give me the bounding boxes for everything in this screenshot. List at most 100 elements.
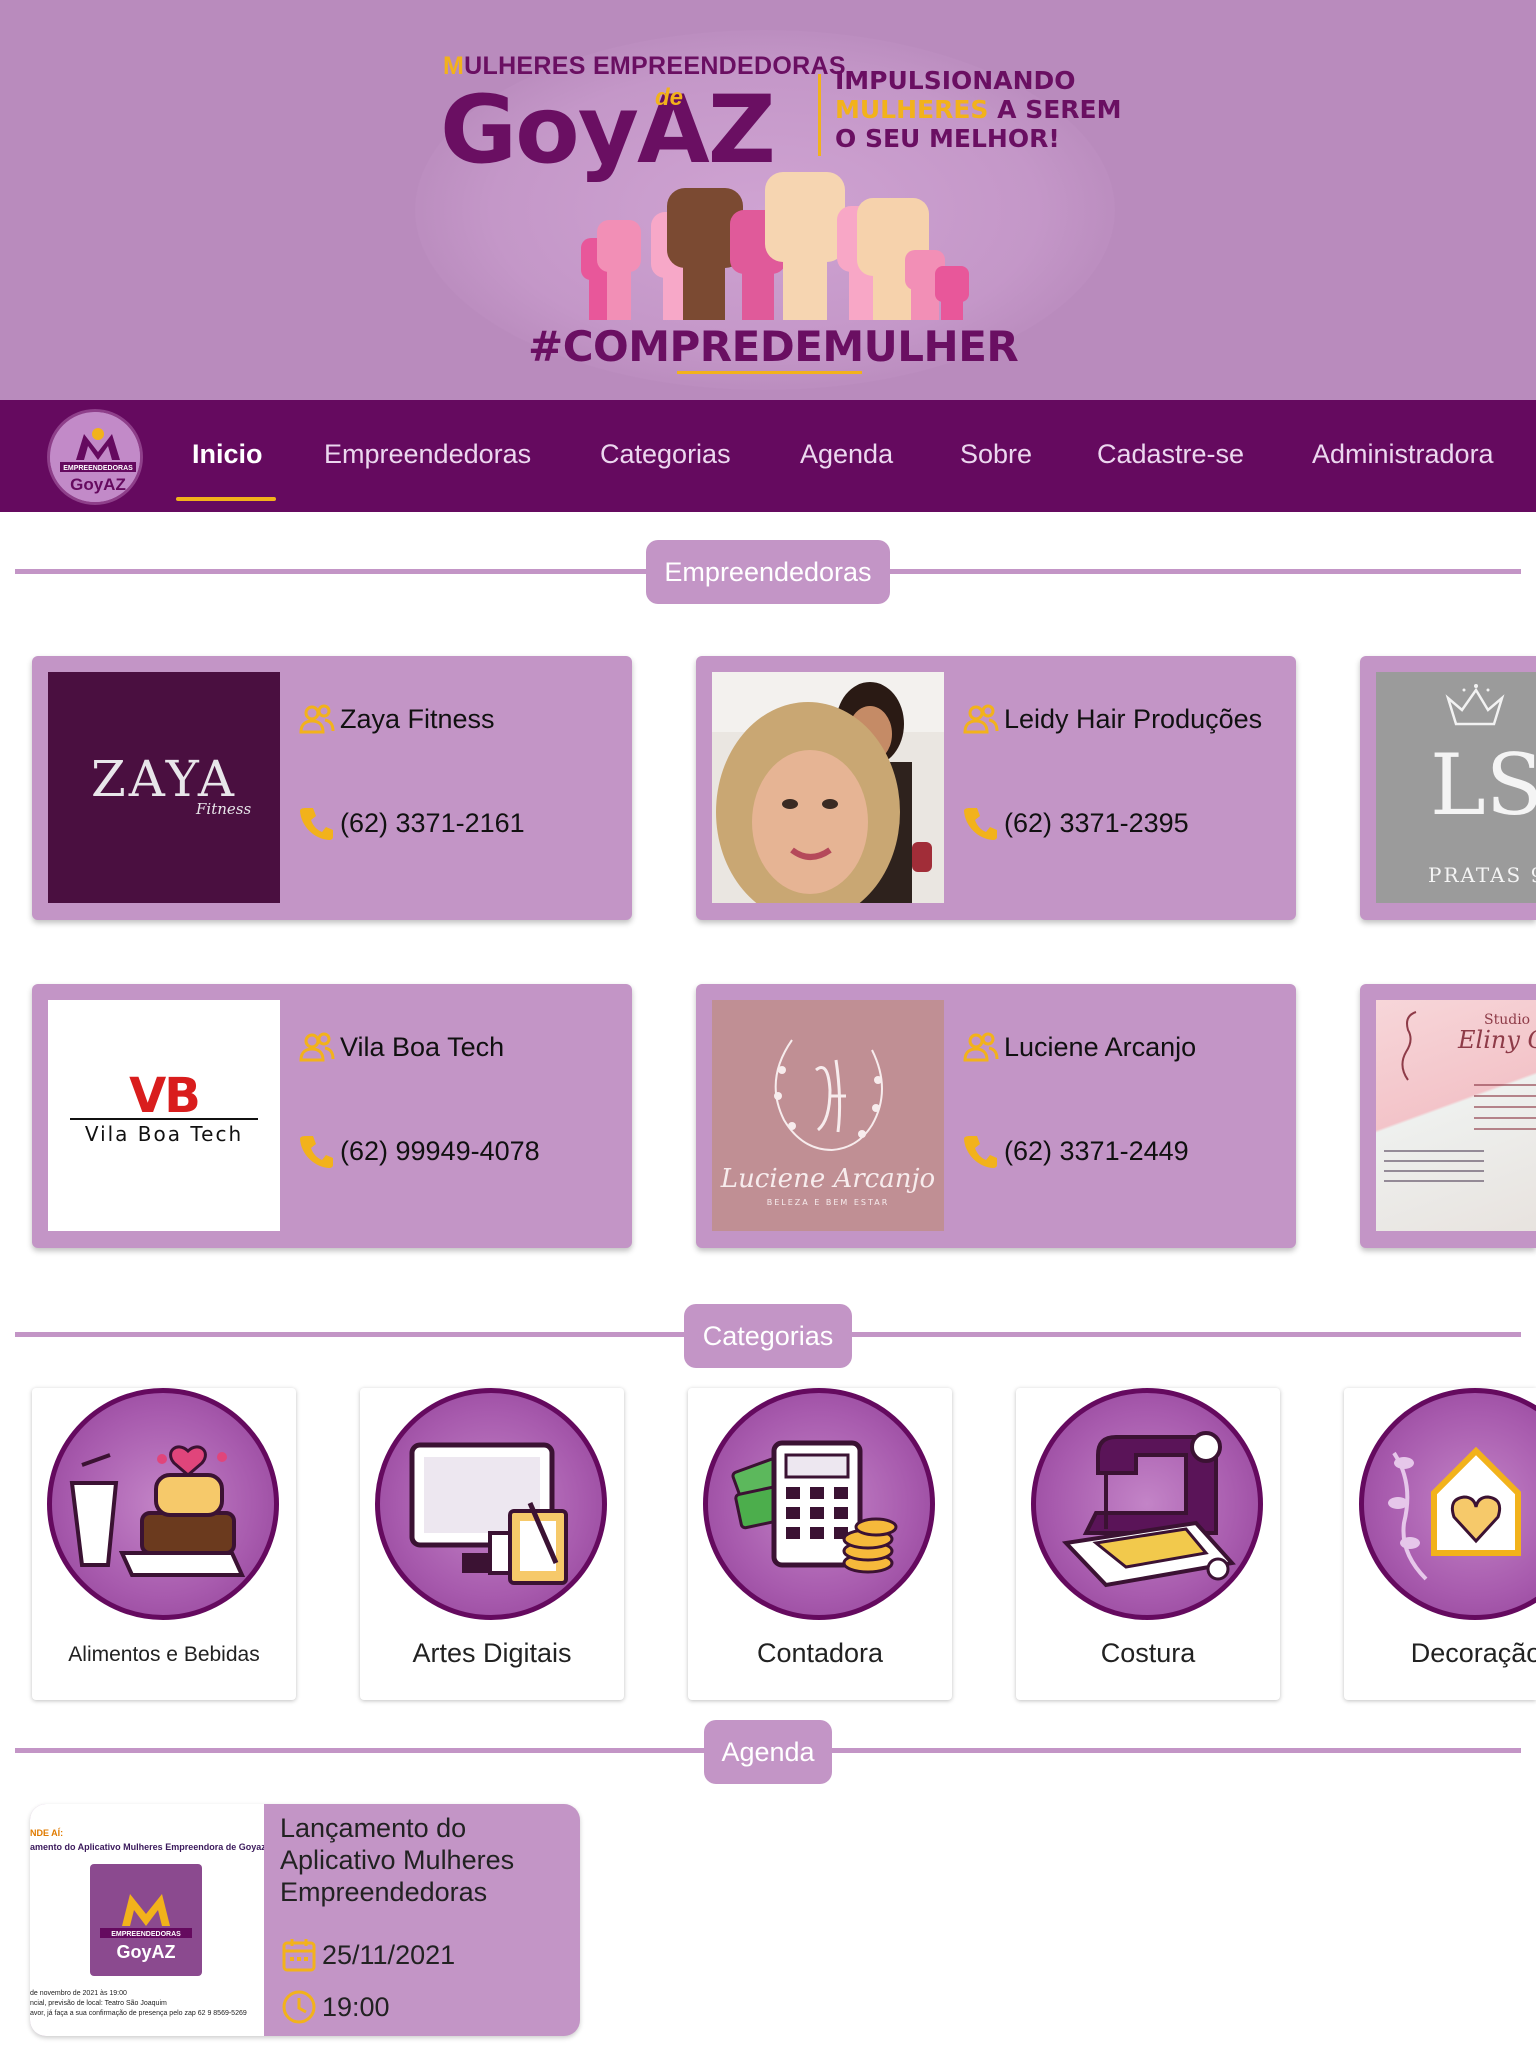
category-icon-circle	[375, 1388, 607, 1620]
calendar-icon	[282, 1939, 316, 1972]
nav-item-inicio[interactable]: Inicio	[192, 400, 263, 512]
event-card[interactable]: NDE AÍ: amento do Aplicativo Mulheres Em…	[30, 1804, 580, 2036]
poster-logo-mark-icon: EMPREENDEDORAS GoyAZ	[100, 1894, 192, 1962]
phone-icon	[300, 1136, 333, 1168]
phone-icon	[964, 808, 997, 840]
eliny-address-lines	[1384, 1150, 1484, 1190]
phone-icon	[300, 808, 333, 840]
category-card-decoracao[interactable]: Decoração	[1344, 1388, 1536, 1700]
category-icon-circle	[47, 1388, 279, 1620]
business-logo-studio-eliny: Studio Eliny Gra	[1376, 1000, 1536, 1231]
house-heart-icon	[1388, 1446, 1521, 1581]
hero-hashtag-underline	[677, 371, 862, 374]
section-title-categorias: Categorias	[684, 1304, 852, 1368]
business-phone-row: (62) 3371-2395	[962, 804, 1189, 842]
nav-logo[interactable]: EMPREENDEDORAS GoyAZ	[47, 409, 143, 505]
poster-logo: EMPREENDEDORAS GoyAZ	[90, 1864, 202, 1976]
business-phone[interactable]: (62) 3371-2395	[1004, 808, 1189, 839]
slogan-line-1: IMPULSIONANDO	[835, 66, 1076, 95]
monitor-tablet-icon	[409, 1442, 568, 1585]
top-nav: EMPREENDEDORAS GoyAZ Inicio Empreendedor…	[0, 400, 1536, 512]
poster-date-line: de novembro de 2021 às 19:00	[30, 1990, 127, 1997]
business-name-row: Leidy Hair Produções	[962, 700, 1262, 738]
business-name-row: Vila Boa Tech	[298, 1028, 504, 1066]
ls-logo-text: LS	[1430, 736, 1536, 834]
business-logo-ls: LS PRATAS 92	[1376, 672, 1536, 903]
business-name: Luciene Arcanjo	[1004, 1031, 1197, 1062]
category-label: Artes Digitais	[412, 1638, 572, 1668]
business-name-row: Luciene Arcanjo	[962, 1028, 1196, 1066]
business-phone-row: (62) 99949-4078	[298, 1132, 540, 1170]
event-date-row: 25/11/2021	[280, 1936, 455, 1974]
business-card-vila-boa-tech[interactable]: VB Vila Boa Tech Vila Boa Tech (62) 9994…	[32, 984, 632, 1248]
vb-logo-text: VB	[129, 1068, 201, 1124]
business-phone[interactable]: (62) 3371-2161	[340, 808, 525, 839]
event-title: Lançamento do Aplicativo Mulheres Empree…	[280, 1813, 515, 1907]
nav-item-empreendedoras[interactable]: Empreendedoras	[324, 400, 531, 512]
business-card-zaya-fitness[interactable]: ZAYA Fitness Zaya Fitness (62) 3371-2161	[32, 656, 632, 920]
nav-item-cadastre-se[interactable]: Cadastre-se	[1097, 400, 1244, 512]
category-card-costura[interactable]: Costura	[1016, 1388, 1280, 1700]
calculator-money-icon	[731, 1440, 898, 1574]
nav-item-categorias[interactable]: Categorias	[600, 400, 731, 512]
business-logo-vila-boa-tech: VB Vila Boa Tech	[48, 1000, 280, 1231]
business-logo-luciene-arcanjo: Luciene Arcanjo BELEZA E BEM ESTAR	[712, 1000, 944, 1231]
phone-icon	[964, 1136, 997, 1168]
cake-drink-icon	[69, 1445, 246, 1577]
business-name: Zaya Fitness	[340, 703, 495, 734]
vb-logo-sub: Vila Boa Tech	[84, 1122, 244, 1146]
category-card-alimentos[interactable]: Alimentos e Bebidas	[32, 1388, 296, 1700]
category-icon-circle	[1359, 1388, 1536, 1620]
category-icon-circle	[703, 1388, 935, 1620]
nav-item-sobre[interactable]: Sobre	[960, 400, 1032, 512]
business-phone[interactable]: (62) 3371-2449	[1004, 1136, 1189, 1167]
event-time-row: 19:00	[280, 1988, 390, 2026]
ls-logo-sub: PRATAS 92	[1428, 863, 1536, 887]
business-card-leidy-hair[interactable]: Leidy Hair Produções (62) 3371-2395	[696, 656, 1296, 920]
people-icon	[963, 704, 999, 734]
business-name-row: Zaya Fitness	[298, 700, 495, 738]
page: MULHERES EMPREENDEDORAS GoyAZ de IMPULSI…	[0, 0, 1536, 2048]
business-card-studio-eliny[interactable]: Studio Eliny Gra	[1360, 984, 1536, 1248]
eliny-service-lines	[1474, 1084, 1536, 1134]
business-logo-zaya: ZAYA Fitness	[48, 672, 280, 903]
crown-icon	[1445, 684, 1505, 726]
hero-divider	[818, 74, 821, 156]
eliny-logo-text: Eliny Gra	[1458, 1026, 1536, 1054]
section-title-empreendedoras: Empreendedoras	[646, 540, 890, 604]
event-poster: NDE AÍ: amento do Aplicativo Mulheres Em…	[30, 1804, 264, 2036]
slogan-line-3: O SEU MELHOR!	[835, 124, 1060, 153]
portrait-photo-icon	[712, 672, 944, 903]
category-card-artes-digitais[interactable]: Artes Digitais	[360, 1388, 624, 1700]
business-card-ls-pratas[interactable]: LS PRATAS 92	[1360, 656, 1536, 920]
woman-silhouette-icon	[1401, 1011, 1417, 1081]
category-label: Contadora	[756, 1638, 884, 1668]
poster-header: NDE AÍ:	[30, 1828, 64, 1838]
poster-rsvp-line: avor, já faça a sua confirmação de prese…	[30, 2010, 247, 2017]
luciene-logo-sub: BELEZA E BEM ESTAR	[766, 1198, 890, 1207]
category-card-contadora[interactable]: Contadora	[688, 1388, 952, 1700]
hero-brand-de: de	[655, 84, 684, 111]
sewing-machine-icon	[1061, 1431, 1236, 1588]
category-label: Decoração	[1410, 1638, 1536, 1668]
nav-item-agenda[interactable]: Agenda	[800, 400, 893, 512]
poster-logo-top: EMPREENDEDORAS	[111, 1931, 181, 1938]
vb-logo-rule	[70, 1118, 258, 1120]
business-card-luciene-arcanjo[interactable]: Luciene Arcanjo BELEZA E BEM ESTAR Lucie…	[696, 984, 1296, 1248]
nav-item-administradora[interactable]: Administradora	[1312, 400, 1494, 512]
nav-logo-main-text: GoyAZ	[70, 475, 126, 494]
hero-banner: MULHERES EMPREENDEDORAS GoyAZ de IMPULSI…	[0, 0, 1536, 400]
hero-brand-main: GoyAZ	[440, 76, 776, 185]
business-name: Vila Boa Tech	[340, 1031, 505, 1062]
category-icon-circle	[1031, 1388, 1263, 1620]
poster-logo-main: GoyAZ	[116, 1942, 175, 1962]
clock-icon	[282, 1990, 316, 2024]
event-time: 19:00	[322, 1991, 390, 2022]
business-phone[interactable]: (62) 99949-4078	[340, 1136, 540, 1167]
zaya-logo-sub: Fitness	[196, 800, 252, 818]
section-title-agenda: Agenda	[704, 1720, 832, 1784]
category-label: Costura	[1100, 1638, 1196, 1668]
slogan-highlight: MULHERES	[835, 95, 989, 124]
event-date: 25/11/2021	[322, 1939, 456, 1970]
slogan-line-2-rest: A SEREM	[988, 95, 1122, 124]
